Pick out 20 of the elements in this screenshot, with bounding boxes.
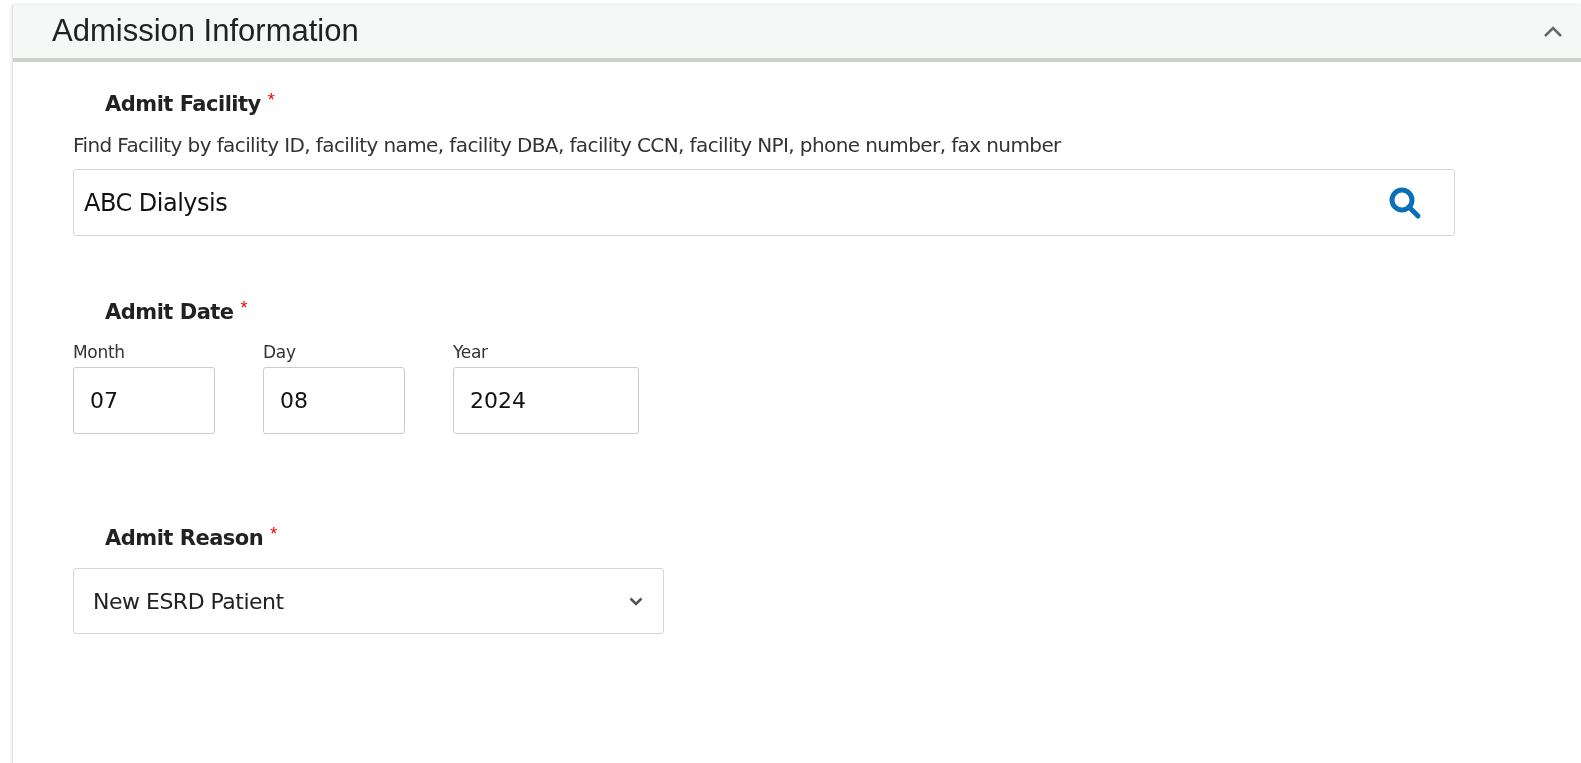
search-icon[interactable] [1388,185,1422,220]
required-mark: * [267,90,275,110]
section-title: Admission Information [52,12,359,51]
required-mark: * [270,524,278,544]
date-part-field[interactable]: 07 [73,367,215,434]
field-label: Admit Date [105,299,234,326]
facility-hint: Find Facility by facility ID, facility name, facility DBA, facility CCN, facility NPI, phone number, fax number [72,132,1063,159]
date-part-field[interactable]: 2024 [453,367,639,434]
field-label: Admit Reason [105,525,264,552]
facility-search-field[interactable]: ABC Dialysis [73,169,1455,236]
required-mark: * [240,298,248,318]
date-part-label: Day [263,342,297,362]
date-part-label: Year [453,342,489,362]
date-part-field[interactable]: 08 [263,367,405,434]
chevron-down-icon [629,596,643,606]
date-part-label: Month [73,342,126,362]
admit-reason-select[interactable]: New ESRD Patient [73,568,664,634]
field-label: Admit Facility [105,91,261,118]
chevron-up-icon[interactable] [1543,25,1563,38]
section-header[interactable]: Admission Information [13,5,1581,62]
